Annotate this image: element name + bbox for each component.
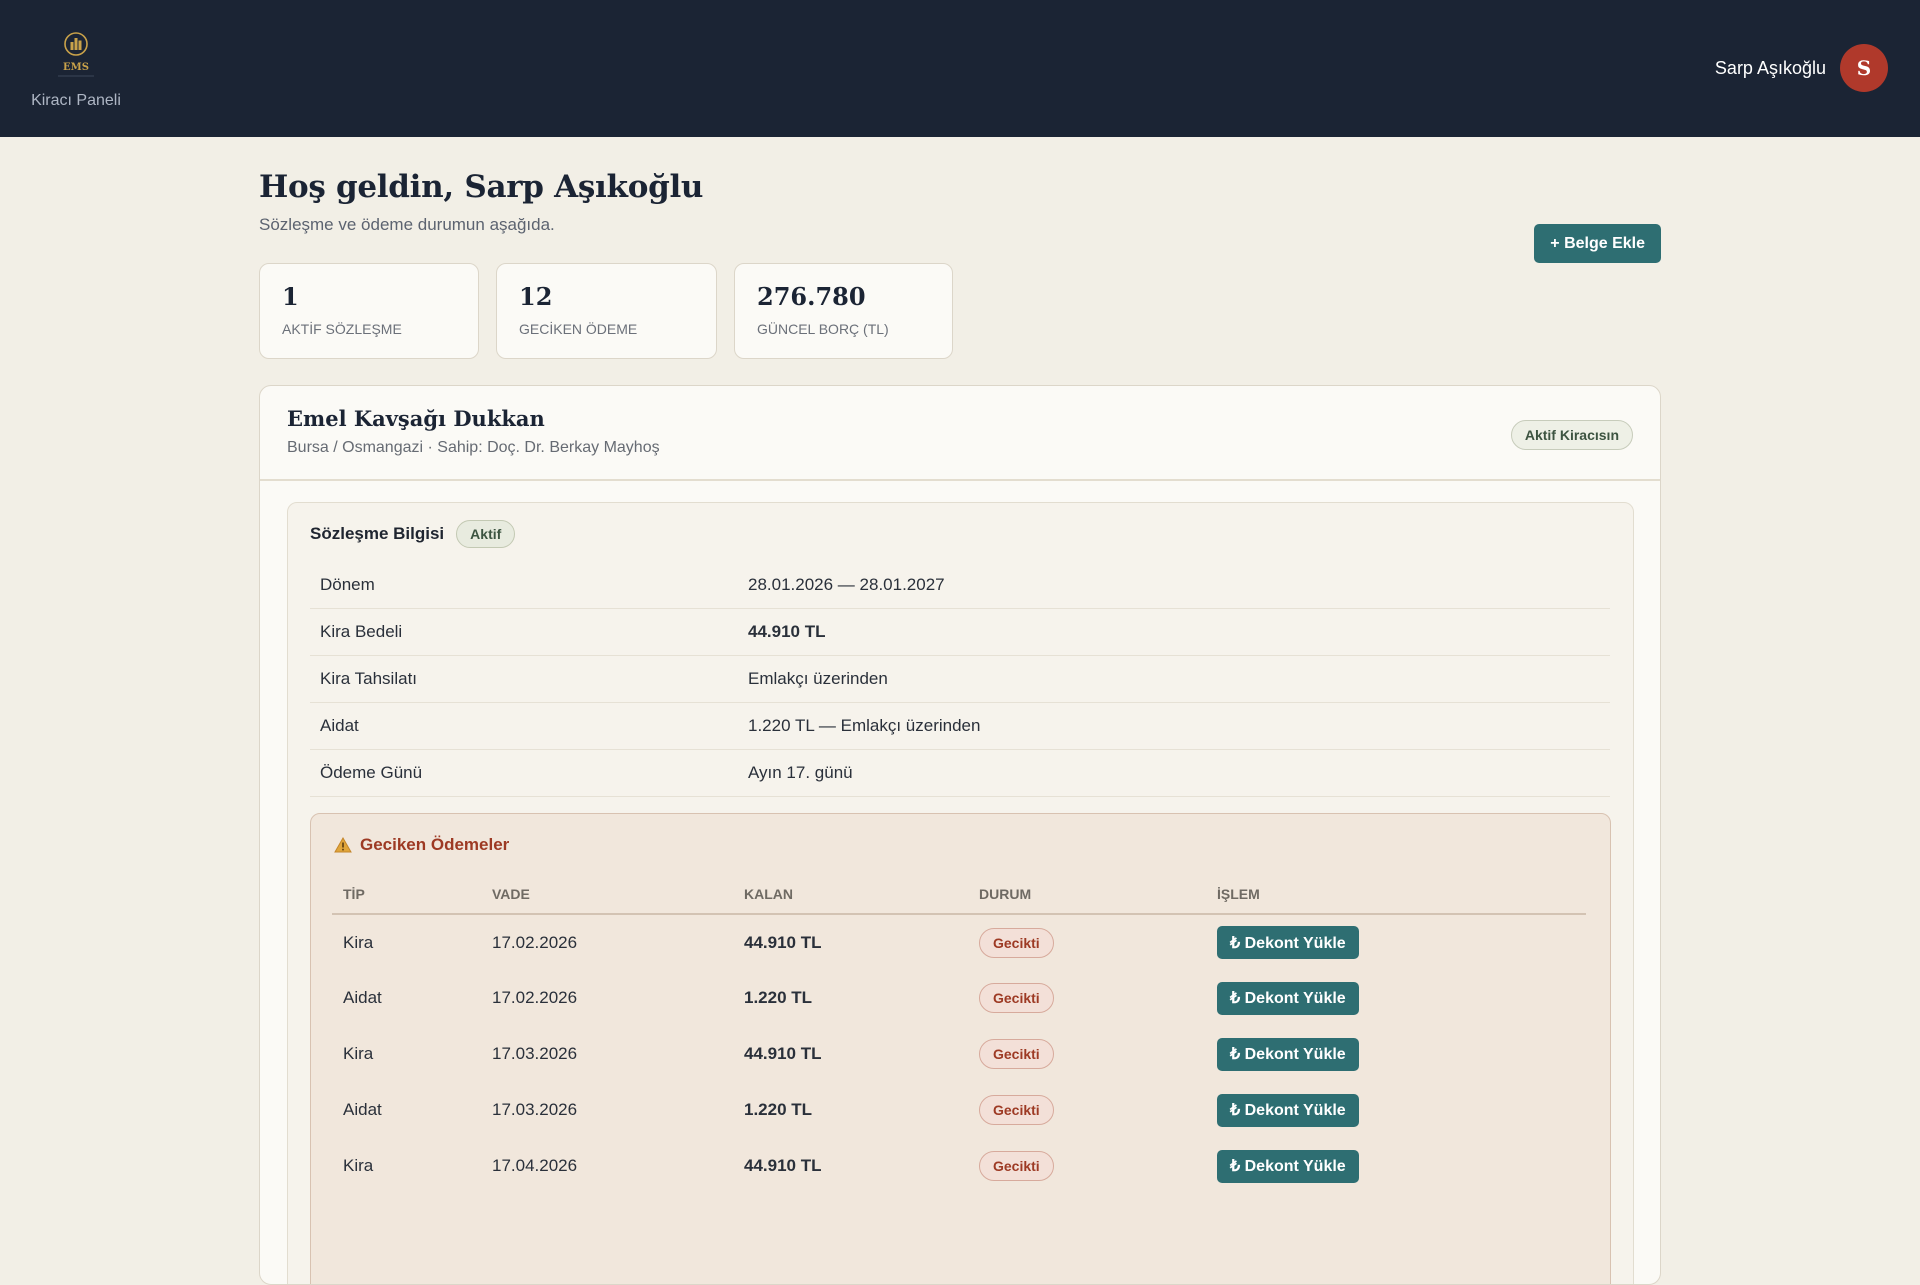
brand-text: EMS <box>63 62 89 73</box>
warning-icon <box>334 837 352 853</box>
upload-receipt-button[interactable]: ₺ Dekont Yükle <box>1217 981 1359 1015</box>
cell-status: Gecikti <box>968 1082 1206 1138</box>
status-badge: Gecikti <box>979 983 1054 1013</box>
page-subtitle: Sözleşme ve ödeme durumun aşağıda. <box>259 215 555 234</box>
user-menu[interactable]: Sarp Aşıkoğlu S <box>1715 44 1888 92</box>
column-header-due: VADE <box>481 874 733 915</box>
column-header-remaining: KALAN <box>733 874 968 915</box>
contract-status-badge: Aktif <box>456 520 516 548</box>
status-badge: Gecikti <box>979 1095 1054 1125</box>
upload-receipt-button[interactable]: ₺ Dekont Yükle <box>1217 1149 1359 1183</box>
info-row-dues: Aidat 1.220 TL — Emlakçı üzerinden <box>310 703 1610 750</box>
cell-type: Kira <box>343 1044 374 1063</box>
user-name: Sarp Aşıkoğlu <box>1714 57 1826 78</box>
table-row: Aidat 17.02.2026 1.220 TL Gecikti ₺ Deko… <box>332 970 1586 1026</box>
add-document-button[interactable]: + Belge Ekle <box>1534 224 1661 263</box>
cell-status: Gecikti <box>968 1138 1206 1194</box>
info-label: Dönem <box>320 575 375 594</box>
cell-action: ₺ Dekont Yükle <box>1206 1082 1586 1138</box>
late-payments-header: Geciken Ödemeler <box>334 835 509 855</box>
avatar[interactable]: S <box>1840 44 1888 92</box>
ems-logo: EMS <box>54 28 98 78</box>
brand[interactable]: EMS Kiracı Paneli <box>31 28 121 110</box>
table-row: Aidat 17.03.2026 1.220 TL Gecikti ₺ Deko… <box>332 1082 1586 1138</box>
stat-value: 12 <box>519 282 553 311</box>
stat-label: GÜNCEL BORÇ (TL) <box>757 321 889 337</box>
contract-title: Sözleşme Bilgisi <box>310 524 445 543</box>
column-header-status: DURUM <box>968 874 1206 915</box>
upload-receipt-button[interactable]: ₺ Dekont Yükle <box>1217 1093 1359 1127</box>
late-payments-table: TİP VADE KALAN DURUM İŞLEM Kira 17.02.20… <box>332 874 1586 1194</box>
contract-info-table: Dönem 28.01.2026 — 28.01.2027 Kira Bedel… <box>310 562 1610 797</box>
cell-action: ₺ Dekont Yükle <box>1206 1138 1586 1194</box>
cell-due: 17.02.2026 <box>492 932 578 952</box>
property-meta: Bursa / Osmangazi · Sahip: Doç. Dr. Berk… <box>287 439 660 456</box>
column-header-action: İŞLEM <box>1206 874 1586 915</box>
info-row-period: Dönem 28.01.2026 — 28.01.2027 <box>310 562 1610 609</box>
info-label: Ödeme Günü <box>320 763 423 782</box>
cell-status: Gecikti <box>968 914 1206 970</box>
cell-action: ₺ Dekont Yükle <box>1206 914 1586 970</box>
table-row: Kira 17.02.2026 44.910 TL Gecikti ₺ Deko… <box>332 914 1586 970</box>
stats-row: 1 AKTİF SÖZLEŞME 12 GECİKEN ÖDEME 276.78… <box>259 263 953 359</box>
cell-action: ₺ Dekont Yükle <box>1206 1026 1586 1082</box>
cell-remaining: 1.220 TL <box>744 988 813 1007</box>
stat-card-current-debt: 276.780 GÜNCEL BORÇ (TL) <box>734 263 953 359</box>
status-badge: Gecikti <box>979 1151 1054 1181</box>
contract-header: Sözleşme Bilgisi Aktif <box>310 520 516 548</box>
panel-label: Kiracı Paneli <box>31 92 121 109</box>
table-row: Kira 17.03.2026 44.910 TL Gecikti ₺ Deko… <box>332 1026 1586 1082</box>
property-header: Emel Kavşağı Dukkan Bursa / Osmangazi · … <box>260 386 1660 481</box>
stat-card-active-contracts: 1 AKTİF SÖZLEŞME <box>259 263 479 359</box>
column-header-type: TİP <box>332 874 481 915</box>
upload-receipt-button[interactable]: ₺ Dekont Yükle <box>1217 926 1359 959</box>
top-navigation-bar: EMS Kiracı Paneli Sarp Aşıkoğlu S <box>0 0 1920 137</box>
stat-label: AKTİF SÖZLEŞME <box>282 321 402 337</box>
info-row-payment-day: Ödeme Günü Ayın 17. günü <box>310 750 1610 797</box>
info-value: Emlakçı üzerinden <box>748 669 888 688</box>
stat-label: GECİKEN ÖDEME <box>519 321 638 337</box>
cell-type: Aidat <box>343 988 382 1007</box>
property-card: Emel Kavşağı Dukkan Bursa / Osmangazi · … <box>259 385 1661 1285</box>
upload-receipt-button[interactable]: ₺ Dekont Yükle <box>1217 1037 1359 1071</box>
info-label: Aidat <box>320 716 359 735</box>
cell-status: Gecikti <box>968 1026 1206 1082</box>
cell-remaining: 1.220 TL <box>744 1100 813 1119</box>
info-label: Kira Tahsilatı <box>320 669 418 688</box>
table-header-row: TİP VADE KALAN DURUM İŞLEM <box>332 874 1586 915</box>
tenant-status-badge: Aktif Kiracısın <box>1510 420 1633 450</box>
info-value: 1.220 TL — Emlakçı üzerinden <box>748 716 981 735</box>
info-value: 44.910 TL <box>748 622 826 641</box>
cell-due: 17.02.2026 <box>492 988 578 1007</box>
table-row: Kira 17.04.2026 44.910 TL Gecikti ₺ Deko… <box>332 1138 1586 1194</box>
cell-type: Kira <box>343 932 374 952</box>
property-name: Emel Kavşağı Dukkan <box>287 406 545 431</box>
cell-due: 17.04.2026 <box>492 1156 578 1175</box>
info-row-rent: Kira Bedeli 44.910 TL <box>310 609 1610 656</box>
late-payments-title: Geciken Ödemeler <box>360 835 510 854</box>
status-badge: Gecikti <box>979 1039 1054 1069</box>
stat-card-late-payments: 12 GECİKEN ÖDEME <box>496 263 717 359</box>
cell-due: 17.03.2026 <box>492 1100 578 1119</box>
contract-panel: Sözleşme Bilgisi Aktif Dönem 28.01.2026 … <box>287 502 1634 1284</box>
late-payments-panel: Geciken Ödemeler TİP VADE KALAN DURUM İŞ… <box>310 813 1611 1284</box>
page-title: Hoş geldin, Sarp Aşıkoğlu <box>259 169 704 205</box>
cell-remaining: 44.910 TL <box>744 932 822 952</box>
info-label: Kira Bedeli <box>320 622 403 641</box>
info-value: 28.01.2026 — 28.01.2027 <box>748 575 945 594</box>
cell-action: ₺ Dekont Yükle <box>1206 970 1586 1026</box>
status-badge: Gecikti <box>979 927 1054 958</box>
stat-value: 276.780 <box>757 282 866 311</box>
cell-due: 17.03.2026 <box>492 1044 578 1063</box>
info-row-rent-collection: Kira Tahsilatı Emlakçı üzerinden <box>310 656 1610 703</box>
stat-value: 1 <box>282 282 299 311</box>
info-value: Ayın 17. günü <box>748 763 853 782</box>
cell-status: Gecikti <box>968 970 1206 1026</box>
cell-remaining: 44.910 TL <box>744 1044 822 1063</box>
cell-type: Kira <box>343 1156 374 1175</box>
building-logo-icon: EMS <box>58 32 94 77</box>
cell-remaining: 44.910 TL <box>744 1156 822 1175</box>
cell-type: Aidat <box>343 1100 382 1119</box>
